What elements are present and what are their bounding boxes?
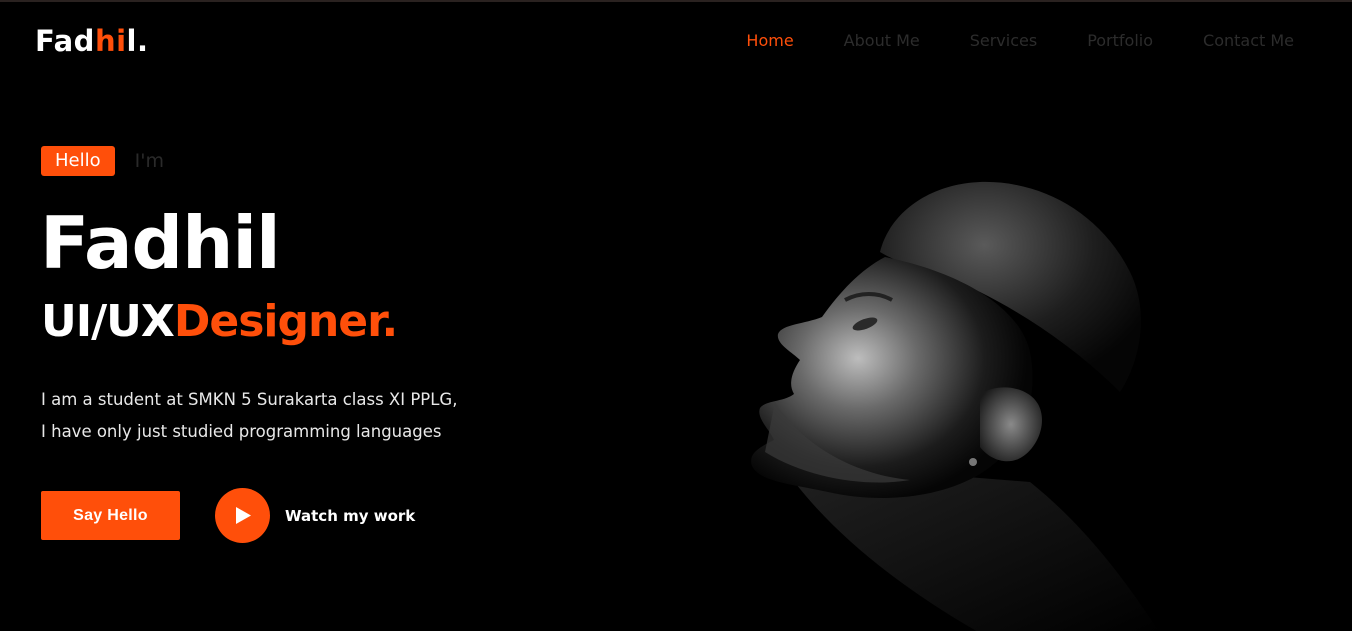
play-icon [236, 507, 251, 524]
portrait-image [751, 181, 1159, 631]
hello-badge: Hello [41, 146, 115, 176]
main-nav: Home About Me Services Portfolio Contact… [696, 30, 1294, 52]
nav-item-portfolio[interactable]: Portfolio [1087, 30, 1153, 52]
page: Fadhil. Home About Me Services Portfolio… [0, 0, 1352, 631]
im-text: I'm [134, 150, 164, 172]
role-part1: UI/UX [41, 296, 175, 347]
logo[interactable]: Fadhil. [35, 24, 149, 58]
greeting-row: Hello I'm [41, 146, 164, 176]
logo-part2: l. [126, 24, 149, 58]
nav-item-services[interactable]: Services [970, 30, 1037, 52]
play-button[interactable] [215, 488, 270, 543]
hero-description: I am a student at SMKN 5 Surakarta class… [41, 384, 457, 448]
nav-item-contact-me[interactable]: Contact Me [1203, 30, 1294, 52]
logo-part1: Fad [35, 24, 95, 58]
nav-item-about-me[interactable]: About Me [844, 30, 920, 52]
description-line-1: I am a student at SMKN 5 Surakarta class… [41, 390, 458, 409]
logo-accent: hi [94, 24, 127, 58]
say-hello-button[interactable]: Say Hello [41, 491, 180, 540]
nav-item-home[interactable]: Home [746, 30, 793, 52]
description-line-2: I have only just studied programming lan… [41, 422, 442, 441]
role-part2: Designer. [173, 296, 398, 347]
watch-my-work-link[interactable]: Watch my work [285, 506, 415, 526]
hero-name: Fadhil [40, 201, 281, 285]
hero-role: UI/UXDesigner. [41, 292, 398, 352]
